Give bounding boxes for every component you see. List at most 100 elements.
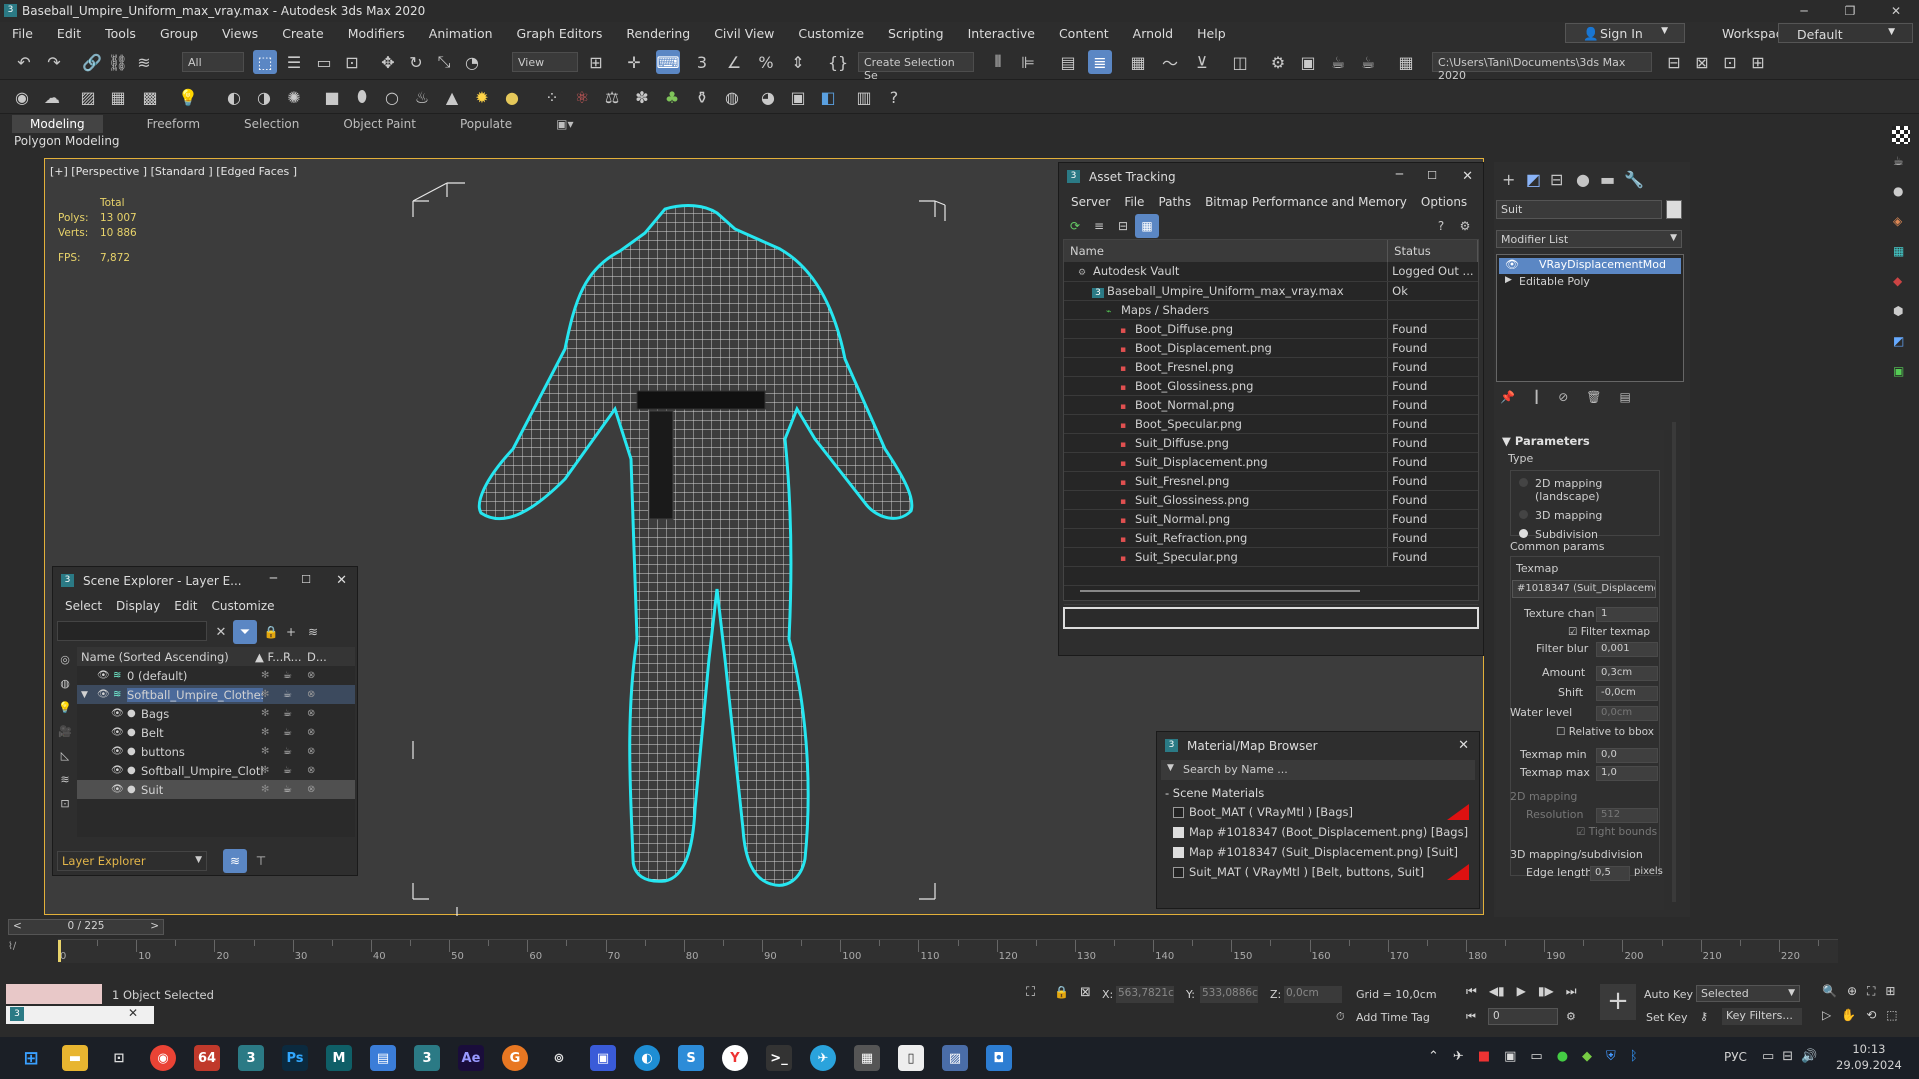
snaps-toggle-icon[interactable]: 3 (690, 50, 714, 74)
minimize-button[interactable]: ─ (1781, 0, 1827, 22)
rendered-frame-icon[interactable]: ▣ (1296, 50, 1320, 74)
key-mode-icon[interactable]: ⏮ (1466, 1010, 1476, 1024)
menu-modifiers[interactable]: Modifiers (336, 26, 417, 41)
selection-lock-icon[interactable]: 🔒 (1054, 985, 1069, 999)
tray-bluetooth-icon[interactable]: ᛒ (1630, 1049, 1638, 1064)
viewport-label[interactable]: [+] [Perspective ] [Standard ] [Edged Fa… (50, 165, 297, 178)
play-icon[interactable]: ▶ (1517, 984, 1526, 999)
particles-icon[interactable]: ⁘ (540, 85, 564, 109)
ribbon-tab-freeform[interactable]: Freeform (147, 117, 200, 131)
visibility-eye-icon[interactable]: 👁 (111, 746, 127, 757)
material-editor-icon[interactable]: ◫ (1228, 50, 1252, 74)
angle-snap-icon[interactable]: ∠ (722, 50, 746, 74)
asset-path-field[interactable] (1063, 607, 1479, 629)
new-layer-icon[interactable]: + (279, 620, 303, 644)
go-end-icon[interactable]: ⏭ (1566, 984, 1577, 999)
filter-blur-spinner[interactable]: 0,001 (1596, 642, 1658, 657)
display-icon[interactable]: ⊗ (307, 670, 315, 681)
material-item[interactable]: Map #1018347 (Boot_Displacement.png) [Ba… (1169, 822, 1469, 842)
renderable-icon[interactable]: ☕ (283, 746, 292, 757)
mesh-icon[interactable]: ✺ (282, 85, 306, 109)
notepad-icon[interactable]: ▤ (370, 1045, 396, 1071)
expand-icon[interactable]: ▶ (1505, 275, 1512, 285)
display-icon[interactable]: ⊗ (307, 689, 315, 700)
asset-row[interactable]: 3 Baseball_Umpire_Uniform_max_vray.max Ok (1064, 281, 1478, 301)
move-icon[interactable]: ✥ (376, 50, 400, 74)
spinner-snap-icon[interactable]: ⇕ (786, 50, 810, 74)
app-64-icon[interactable]: 64 (194, 1045, 220, 1071)
bone-icon[interactable]: ⊡ (53, 791, 77, 815)
render-online-icon[interactable]: ▦ (1394, 50, 1418, 74)
se-tree-row[interactable]: 👁 ≋ 0 (default) ✻ ☕ ⊗ (77, 666, 355, 685)
tray-telegram-icon[interactable]: ✈ (1453, 1049, 1464, 1064)
photos-icon[interactable]: ▨ (942, 1045, 968, 1071)
menu-content[interactable]: Content (1047, 26, 1121, 41)
network-icon[interactable]: ⊟ (1782, 1049, 1793, 1064)
texmap-min-spinner[interactable]: 0,0 (1596, 748, 1658, 763)
scale-icon[interactable]: ⤡ (432, 50, 456, 74)
se-tree-row[interactable]: 👁 ● Suit ✻ ☕ ⊗ (77, 780, 355, 799)
vr-sphere-icon[interactable]: ◕ (756, 85, 780, 109)
set-key-big-button[interactable]: + (1600, 984, 1636, 1020)
set-key-button[interactable]: Set Key (1646, 1011, 1688, 1024)
maya-icon[interactable]: M (326, 1045, 352, 1071)
renderable-icon[interactable]: ☕ (283, 727, 292, 738)
unlink-icon[interactable]: ⛓ (106, 50, 130, 74)
visibility-eye-icon[interactable]: 👁 (111, 784, 127, 795)
molecule-icon[interactable]: ⚛ (570, 85, 594, 109)
light-icon[interactable]: 💡 (53, 695, 77, 719)
ribbon-tab-selection[interactable]: Selection (244, 117, 299, 131)
se-close-button[interactable]: ✕ (336, 573, 347, 588)
menu-edit[interactable]: Edit (45, 26, 93, 41)
object-color-swatch[interactable] (1666, 200, 1682, 219)
add-time-tag-button[interactable]: Add Time Tag (1356, 1011, 1430, 1024)
z-coord-field[interactable]: 0,0cm (1284, 986, 1342, 1003)
grid-icon[interactable]: ▩ (138, 85, 162, 109)
fur-icon[interactable]: ♣ (660, 85, 684, 109)
utilities-tab-icon[interactable]: 🔧 (1624, 170, 1644, 189)
zoom-all-icon[interactable]: ⊕ (1847, 984, 1857, 999)
ribbon-options-icon[interactable]: ▣▾ (556, 117, 573, 131)
relative-bbox-checkbox[interactable]: ☐ Relative to bbox (1556, 726, 1654, 738)
camera-app-icon[interactable]: ◘ (986, 1045, 1012, 1071)
zoom-icon[interactable]: 🔍 (1822, 984, 1837, 999)
key-filters-button[interactable]: Key Filters... (1722, 1008, 1802, 1025)
col-status[interactable]: Status (1387, 240, 1478, 262)
store-icon[interactable]: ▣ (590, 1045, 616, 1071)
filter-texmap-checkbox[interactable]: ☑ Filter texmap (1568, 626, 1650, 638)
time-tag-icon[interactable]: ⏱ (1336, 1010, 1345, 1024)
sphere-fade-icon[interactable]: ✽ (630, 85, 654, 109)
se-maximize-button[interactable]: ☐ (301, 573, 311, 586)
menu-tools[interactable]: Tools (93, 26, 148, 41)
redo-icon[interactable]: ↷ (42, 50, 66, 74)
pan-icon[interactable]: ✋ (1841, 1008, 1856, 1022)
se-tree-row[interactable]: 👁 ● Bags ✻ ☕ ⊗ (77, 704, 355, 723)
mb-close-button[interactable]: ✕ (1458, 738, 1469, 753)
track-bar[interactable]: 0 10 20 30 40 50 60 70 80 90 100 110 120 130 140 150 160… (58, 939, 1838, 963)
explorer-icon[interactable]: ▬ (62, 1045, 88, 1071)
display-icon[interactable]: ⊗ (307, 784, 315, 795)
vrmesh-icon[interactable]: ⚱ (690, 85, 714, 109)
sphere-icon[interactable]: ○ (380, 85, 404, 109)
list-view-icon[interactable]: ≡ (1087, 214, 1111, 238)
checker-icon[interactable] (1892, 126, 1910, 144)
freeze-icon[interactable]: ✻ (261, 708, 269, 719)
cube-side-icon[interactable]: ⬢ (1893, 304, 1903, 318)
calendar-app-icon[interactable]: S (678, 1045, 704, 1071)
viewport-layout-2-icon[interactable]: ⊡ (1718, 50, 1742, 74)
display-icon[interactable]: ⊗ (307, 765, 315, 776)
toggle-ribbon-icon[interactable]: ▦ (1126, 50, 1150, 74)
se-search-input[interactable] (57, 621, 207, 641)
se-col-name[interactable]: Name (Sorted Ascending) (77, 650, 255, 664)
se-tree-row[interactable]: 👁 ● buttons ✻ ☕ ⊗ (77, 742, 355, 761)
asset-settings-icon[interactable]: ⚙ (1453, 214, 1477, 238)
document-icon[interactable]: ▯ (898, 1045, 924, 1071)
place-icon[interactable]: ◔ (460, 50, 484, 74)
gimp-icon[interactable]: G (502, 1045, 528, 1071)
chrome-icon[interactable]: ◉ (150, 1045, 176, 1071)
3dsmax-2-icon[interactable]: 3 (414, 1045, 440, 1071)
renderable-icon[interactable]: ☕ (283, 784, 292, 795)
asset-minimize-button[interactable]: ─ (1396, 167, 1403, 181)
asset-menu-options[interactable]: Options (1421, 195, 1467, 209)
asset-row[interactable]: ▪ Suit_Displacement.png Found (1064, 452, 1478, 472)
